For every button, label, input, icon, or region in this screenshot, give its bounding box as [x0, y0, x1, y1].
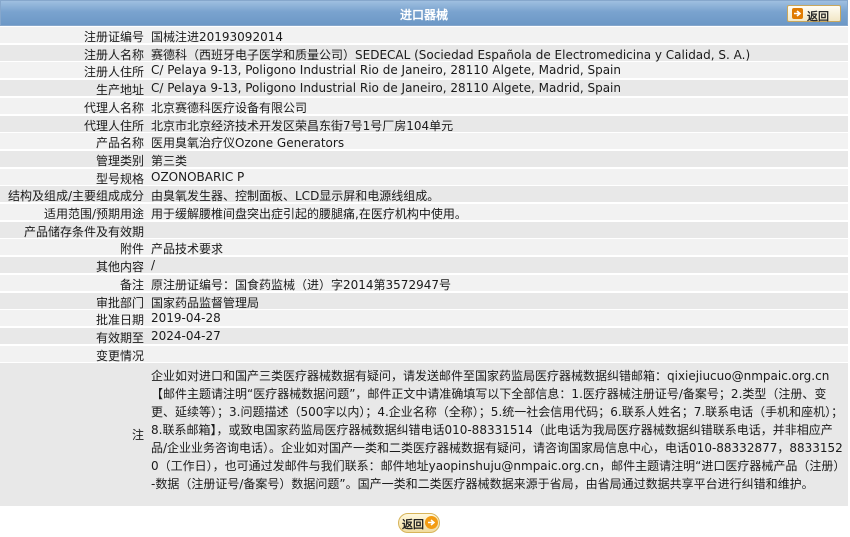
field-label: 备注 — [119, 278, 144, 292]
back-button-bottom-label: 返回 — [402, 518, 424, 531]
field-label: 型号规格 — [95, 172, 144, 186]
field-label: 注册证编号 — [83, 30, 144, 44]
field-label: 批准日期 — [95, 313, 144, 327]
note-row: 注 企业如对进口和国产三类医疗器械数据有疑问，请发送邮件至国家药监局医疗器械数据… — [0, 363, 848, 506]
table-row: 注册人名称 赛德科（西班牙电子医学和质量公司）SEDECAL (Sociedad … — [0, 45, 848, 62]
field-value: 第三类 — [151, 154, 188, 168]
field-label: 产品储存条件及有效期 — [23, 225, 144, 239]
table-row: 结构及组成/主要组成成分 由臭氧发生器、控制面板、LCD显示屏和电源线组成。 — [0, 186, 848, 203]
table-row: 生产地址 C/ Pelaya 9-13, Poligono Industrial … — [0, 80, 848, 97]
field-value: 医用臭氧治疗仪Ozone Generators — [151, 136, 345, 150]
table-row: 型号规格 OZONOBARIC P — [0, 169, 848, 186]
back-button-top[interactable]: 返回 — [787, 5, 841, 23]
field-value: 2019-04-28 — [151, 311, 221, 325]
field-label: 注册人住所 — [83, 65, 144, 79]
field-value: C/ Pelaya 9-13, Poligono Industrial Rio … — [151, 63, 621, 77]
field-value: 国械注进20193092014 — [151, 30, 283, 44]
field-value: / — [151, 258, 156, 272]
back-button-top-label: 返回 — [807, 10, 829, 23]
detail-page: 进口器械 返回 注册证编号 国械注进20193092014 注册人名称 赛德科（西班牙… — [0, 0, 850, 537]
table-row: 注册证编号 国械注进20193092014 — [0, 27, 848, 44]
field-value: 北京赛德科医疗设备有限公司 — [151, 101, 308, 115]
field-label: 生产地址 — [95, 83, 144, 97]
table-row: 审批部门 国家药品监督管理局 — [0, 293, 848, 310]
field-label: 变更情况 — [95, 349, 144, 363]
table-row: 代理人名称 北京赛德科医疗设备有限公司 — [0, 98, 848, 115]
table-row: 产品名称 医用臭氧治疗仪Ozone Generators — [0, 133, 848, 150]
field-value: 由臭氧发生器、控制面板、LCD显示屏和电源线组成。 — [151, 189, 440, 203]
field-value: 国家药品监督管理局 — [151, 296, 260, 310]
field-label: 代理人名称 — [83, 101, 144, 115]
table-row: 产品储存条件及有效期 — [0, 222, 848, 239]
field-label: 附件 — [119, 242, 144, 256]
table-row: 附件 产品技术要求 — [0, 239, 848, 256]
field-label: 适用范围/预期用途 — [43, 207, 144, 221]
arrow-right-circle-icon — [425, 516, 438, 529]
field-value: OZONOBARIC P — [151, 170, 245, 184]
field-value: C/ Pelaya 9-13, Poligono Industrial Rio … — [151, 81, 621, 95]
arrow-right-icon — [792, 8, 803, 19]
field-label: 其他内容 — [95, 260, 144, 274]
field-label: 管理类别 — [95, 154, 144, 168]
field-value: 2024-04-27 — [151, 329, 221, 343]
table-row: 变更情况 — [0, 346, 848, 363]
field-label: 审批部门 — [95, 296, 144, 310]
field-value: 北京市北京经济技术开发区荣昌东街7号1号厂房104单元 — [151, 119, 454, 133]
table-row: 有效期至 2024-04-27 — [0, 328, 848, 345]
field-label: 产品名称 — [95, 136, 144, 150]
note-text: 企业如对进口和国产三类医疗器械数据有疑问，请发送邮件至国家药监局医疗器械数据纠错… — [151, 369, 844, 491]
field-value: 产品技术要求 — [151, 242, 224, 256]
note-label: 注 — [131, 428, 144, 442]
table-row: 其他内容 / — [0, 257, 848, 274]
field-label: 结构及组成/主要组成成分 — [7, 189, 144, 203]
header-bar: 进口器械 返回 — [0, 0, 848, 26]
page-title: 进口器械 — [399, 8, 448, 22]
field-value: 原注册证编号：国食药监械（进）字2014第3572947号 — [151, 278, 451, 292]
table-row: 代理人住所 北京市北京经济技术开发区荣昌东街7号1号厂房104单元 — [0, 116, 848, 133]
field-label: 有效期至 — [95, 331, 144, 345]
field-label: 注册人名称 — [83, 48, 144, 62]
field-value: 用于缓解腰椎间盘突出症引起的腰腿痛,在医疗机构中使用。 — [151, 207, 467, 221]
table-row: 批准日期 2019-04-28 — [0, 310, 848, 327]
table-row: 注册人住所 C/ Pelaya 9-13, Poligono Industrial… — [0, 62, 848, 79]
table-row: 适用范围/预期用途 用于缓解腰椎间盘突出症引起的腰腿痛,在医疗机构中使用。 — [0, 204, 848, 221]
field-value: 赛德科（西班牙电子医学和质量公司）SEDECAL (Sociedad Españ… — [151, 48, 751, 62]
table-row: 备注 原注册证编号：国食药监械（进）字2014第3572947号 — [0, 275, 848, 292]
back-button-bottom[interactable]: 返回 — [398, 513, 440, 533]
field-label: 代理人住所 — [83, 119, 144, 133]
table-row: 管理类别 第三类 — [0, 151, 848, 168]
